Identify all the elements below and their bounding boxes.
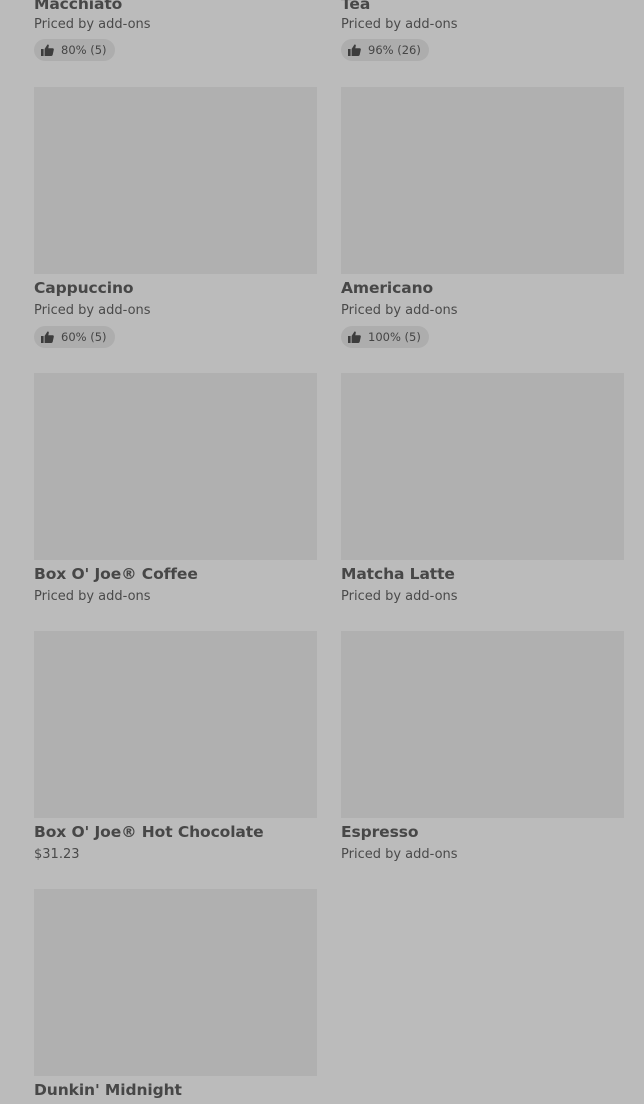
rating-badge: 96% (26) [341, 39, 429, 61]
thumbs-up-icon [41, 331, 54, 343]
item-name: Americano [341, 279, 434, 297]
thumbs-up-icon [348, 44, 361, 56]
item-name: Cappuccino [34, 279, 134, 297]
rating-text: 100% (5) [368, 330, 421, 344]
item-price: Priced by add-ons [34, 303, 151, 318]
item-name: Dunkin' Midnight [34, 1081, 182, 1099]
item-price: Priced by add-ons [341, 589, 458, 604]
item-image [341, 87, 624, 274]
item-image [34, 631, 317, 818]
item-price: Priced by add-ons [341, 847, 458, 862]
item-image [341, 631, 624, 818]
item-name: Tea [341, 0, 371, 13]
rating-badge: 60% (5) [34, 326, 115, 348]
rating-text: 80% (5) [61, 43, 107, 57]
item-name: Matcha Latte [341, 565, 455, 583]
item-price: Priced by add-ons [341, 17, 458, 32]
item-image [34, 373, 317, 560]
rating-text: 60% (5) [61, 330, 107, 344]
item-name: Macchiato [34, 0, 123, 13]
item-name: Espresso [341, 823, 419, 841]
item-price: Priced by add-ons [34, 589, 151, 604]
item-image [34, 87, 317, 274]
rating-badge: 80% (5) [34, 39, 115, 61]
thumbs-up-icon [41, 44, 54, 56]
rating-badge: 100% (5) [341, 326, 429, 348]
rating-text: 96% (26) [368, 43, 421, 57]
item-name: Box O' Joe® Coffee [34, 565, 198, 583]
item-image [34, 889, 317, 1076]
thumbs-up-icon [348, 331, 361, 343]
item-name: Box O' Joe® Hot Chocolate [34, 823, 264, 841]
item-price: $31.23 [34, 847, 80, 862]
item-price: Priced by add-ons [34, 17, 151, 32]
item-price: Priced by add-ons [341, 303, 458, 318]
item-image [341, 373, 624, 560]
